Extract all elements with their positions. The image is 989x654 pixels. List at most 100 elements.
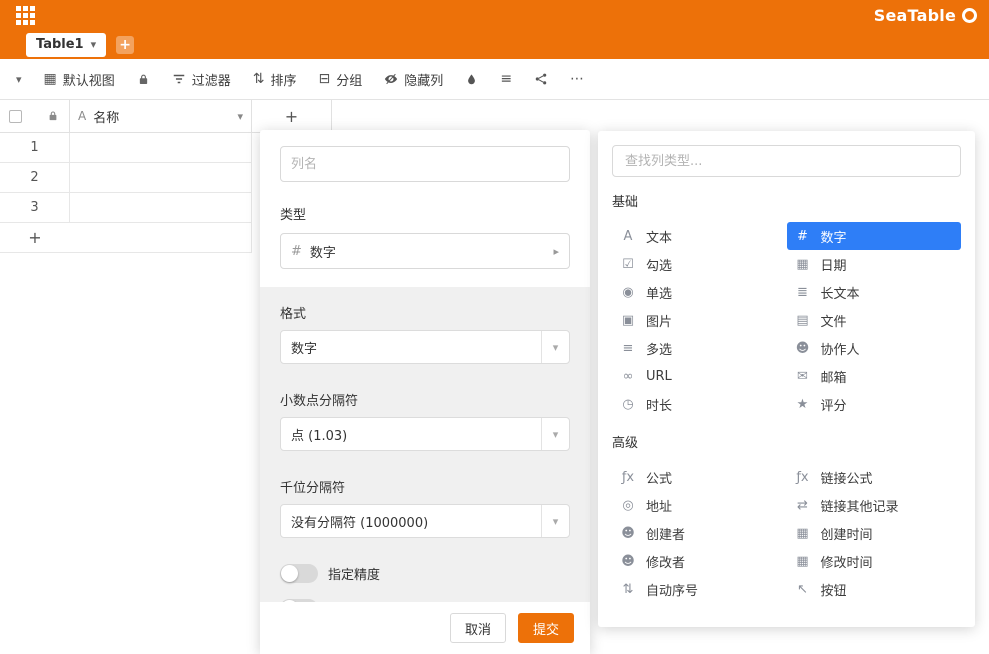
type-item[interactable]: # 数字 [787, 222, 962, 250]
decimal-separator-select[interactable]: 点 (1.03) ▾ [280, 417, 570, 451]
type-item[interactable]: ▦ 修改时间 [787, 547, 962, 575]
basic-type-grid: A 文本 ☑ 勾选 ◉ 单选 ▣ 图片 [612, 222, 961, 418]
type-item-label: 日期 [821, 255, 847, 274]
type-item[interactable]: ƒx 链接公式 [787, 463, 962, 491]
apps-grid-icon[interactable] [16, 6, 35, 25]
caret-down-icon[interactable]: ▾ [91, 38, 97, 51]
type-item-label: 单选 [646, 283, 672, 302]
thousands-separator-value: 没有分隔符 (1000000) [281, 505, 541, 537]
duration-icon: ◷ [620, 397, 636, 412]
column-editor-footer: 取消 提交 [260, 602, 590, 654]
share-icon[interactable] [534, 72, 548, 86]
view-name: 默认视图 [63, 70, 115, 89]
eye-off-icon [384, 72, 398, 86]
type-item-label: 数字 [821, 227, 847, 246]
select-all-checkbox[interactable] [9, 110, 22, 123]
tab-table1[interactable]: Table1 ▾ [26, 33, 106, 57]
single-select-icon: ◉ [620, 285, 636, 300]
submit-button[interactable]: 提交 [518, 613, 574, 643]
column-header-name[interactable]: A 名称 ▾ [70, 100, 252, 132]
freeze-lock-icon[interactable] [47, 110, 59, 122]
basic-right-column: # 数字 ▦ 日期 ≣ 长文本 ▤ 文件 [787, 222, 962, 418]
add-table-button[interactable]: + [116, 36, 134, 54]
group-label: 分组 [336, 70, 362, 89]
type-item[interactable]: ≡ 多选 [612, 334, 787, 362]
type-item-label: 长文本 [821, 283, 860, 302]
text-icon: A [620, 229, 636, 244]
type-item[interactable]: ☻ 修改者 [612, 547, 787, 575]
row-color-icon[interactable] [465, 73, 478, 86]
type-search-input[interactable] [612, 145, 961, 177]
type-item[interactable]: ☻ 协作人 [787, 334, 962, 362]
type-item-label: 勾选 [646, 255, 672, 274]
type-item[interactable]: ⇄ 链接其他记录 [787, 491, 962, 519]
column-name-label: 名称 [93, 107, 119, 126]
add-row-button[interactable]: + [0, 223, 252, 253]
row-value-cell[interactable] [70, 163, 252, 192]
row-number-cell[interactable]: 2 [0, 163, 70, 192]
sort-label: 排序 [271, 70, 297, 89]
sort-button[interactable]: ⇅ 排序 [253, 70, 297, 89]
type-item[interactable]: A 文本 [612, 222, 787, 250]
row-number-cell[interactable]: 1 [0, 133, 70, 162]
type-item[interactable]: ▤ 文件 [787, 306, 962, 334]
column-name-input[interactable] [280, 146, 570, 182]
plus-icon: + [119, 37, 131, 53]
number-type-icon: # [291, 244, 302, 259]
advanced-section-label: 高级 [612, 432, 961, 451]
type-item[interactable]: ⇅ 自动序号 [612, 575, 787, 603]
type-item[interactable]: ☻ 创建者 [612, 519, 787, 547]
column-menu-caret-icon[interactable]: ▾ [237, 110, 243, 123]
lock-view-icon[interactable] [137, 73, 150, 86]
type-item-label: 修改时间 [821, 552, 873, 571]
column-editor-panel: 类型 # 数字 ▸ 格式 数字 ▾ 小数点分隔符 点 (1.03) ▾ 千位分隔… [260, 130, 590, 654]
type-item[interactable]: ✉ 邮箱 [787, 362, 962, 390]
views-caret-icon[interactable]: ▾ [16, 73, 22, 86]
seatable-app: SeaTable Table1 ▾ + ▾ ▦ 默认视图 过滤器 ⇅ [0, 0, 989, 654]
type-item[interactable]: ↖ 按钮 [787, 575, 962, 603]
caret-down-icon: ▾ [541, 418, 569, 450]
type-item[interactable]: ☑ 勾选 [612, 250, 787, 278]
tab-label: Table1 [36, 37, 84, 52]
format-label: 格式 [280, 303, 570, 322]
row-value-cell[interactable] [70, 193, 252, 222]
group-button[interactable]: ⊟ 分组 [319, 70, 363, 89]
thousands-separator-select[interactable]: 没有分隔符 (1000000) ▾ [280, 504, 570, 538]
type-item[interactable]: ∞ URL [612, 362, 787, 390]
type-item[interactable]: ▣ 图片 [612, 306, 787, 334]
precision-toggle[interactable] [280, 564, 318, 583]
view-selector[interactable]: ▦ 默认视图 [44, 70, 115, 89]
type-item-label: 按钮 [821, 580, 847, 599]
more-options-icon[interactable]: ⋯ [570, 72, 584, 86]
filter-button[interactable]: 过滤器 [172, 70, 231, 89]
type-item[interactable]: ƒx 公式 [612, 463, 787, 491]
row-value-cell[interactable] [70, 133, 252, 162]
type-item-label: 图片 [646, 311, 672, 330]
row-height-icon[interactable]: ≡ [500, 72, 512, 86]
type-item[interactable]: ◎ 地址 [612, 491, 787, 519]
column-type-select[interactable]: # 数字 ▸ [280, 233, 570, 269]
cancel-button[interactable]: 取消 [450, 613, 506, 643]
row-header-cell [0, 100, 70, 132]
add-column-button[interactable]: + [252, 100, 332, 132]
format-select[interactable]: 数字 ▾ [280, 330, 570, 364]
row-number-cell[interactable]: 3 [0, 193, 70, 222]
hide-columns-button[interactable]: 隐藏列 [384, 70, 443, 89]
brand: SeaTable [874, 6, 977, 25]
type-item[interactable]: ≣ 长文本 [787, 278, 962, 306]
type-item[interactable]: ▦ 创建时间 [787, 519, 962, 547]
formula-icon: ƒx [620, 470, 636, 485]
table-header-row: A 名称 ▾ + [0, 100, 332, 133]
type-item-label: 评分 [821, 395, 847, 414]
type-item-label: 公式 [646, 468, 672, 487]
type-item[interactable]: ▦ 日期 [787, 250, 962, 278]
hide-columns-label: 隐藏列 [404, 70, 443, 89]
type-item-label: 协作人 [821, 339, 860, 358]
type-item[interactable]: ◉ 单选 [612, 278, 787, 306]
grid-view-icon: ▦ [44, 72, 57, 86]
basic-left-column: A 文本 ☑ 勾选 ◉ 单选 ▣ 图片 [612, 222, 787, 418]
app-title: SeaTable [874, 6, 956, 25]
type-item[interactable]: ◷ 时长 [612, 390, 787, 418]
type-item[interactable]: ★ 评分 [787, 390, 962, 418]
table-row: 3 [0, 193, 252, 223]
